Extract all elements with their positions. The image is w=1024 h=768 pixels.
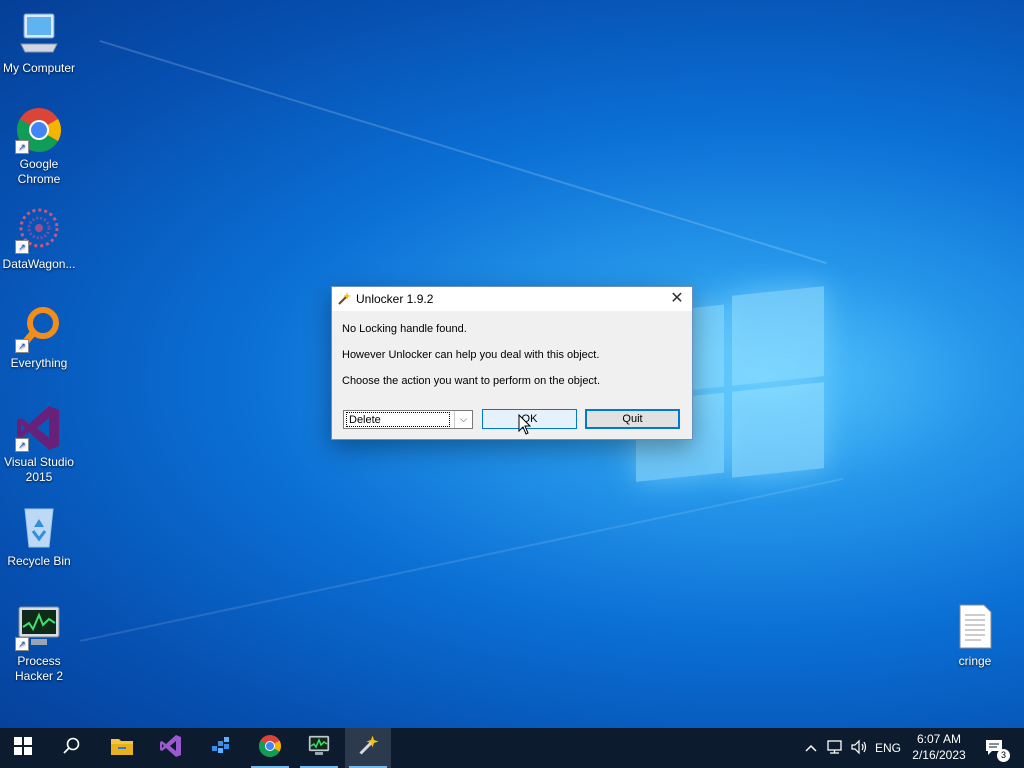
message-choose-action: Choose the action you want to perform on… (342, 375, 601, 387)
quit-button[interactable]: Quit (585, 409, 680, 429)
taskbar-visual-studio[interactable] (148, 728, 194, 768)
shortcut-arrow-icon: ↗ (15, 140, 29, 154)
shortcut-arrow-icon: ↗ (15, 637, 29, 651)
datawagon-icon (209, 734, 233, 763)
notification-count-badge: 3 (997, 749, 1010, 762)
light-beam (99, 40, 827, 265)
mouse-cursor-icon (518, 413, 532, 441)
desktop-icon-my-computer[interactable]: My Computer (0, 10, 78, 76)
dialog-titlebar[interactable]: Unlocker 1.9.2 ✕ (332, 287, 692, 311)
desktop[interactable]: My Computer ↗ Google Chrome ↗ DataWagon.… (0, 0, 1024, 728)
clock-time: 6:07 AM (916, 732, 962, 746)
magic-wand-icon (336, 291, 352, 307)
chrome-icon: ↗ (15, 106, 63, 154)
dialog-title: Unlocker 1.9.2 (356, 292, 434, 306)
message-no-handle: No Locking handle found. (342, 323, 467, 335)
datawagon-icon: ↗ (15, 206, 63, 254)
desktop-icon-label: Google Chrome (17, 157, 61, 186)
close-button[interactable]: ✕ (662, 287, 692, 311)
computer-icon (15, 10, 63, 58)
desktop-icon-label: DataWagon... (2, 257, 76, 271)
clock-date: 2/16/2023 (912, 748, 966, 762)
action-dropdown[interactable]: Delete ⌵ (343, 410, 473, 429)
message-help: However Unlocker can help you deal with … (342, 349, 600, 361)
taskbar-process-hacker[interactable] (296, 728, 342, 768)
action-center-button[interactable]: 3 (980, 728, 1010, 768)
notification-icon: 3 (984, 738, 1010, 762)
clock[interactable]: 6:07 AM 2/16/2023 (906, 731, 972, 763)
start-icon (14, 736, 32, 760)
speaker-icon (850, 739, 868, 758)
taskbar-file-explorer[interactable] (99, 728, 145, 768)
network-button[interactable] (824, 728, 846, 768)
desktop-icon-label: Visual Studio 2015 (4, 455, 74, 484)
chevron-down-icon[interactable]: ⌵ (454, 411, 472, 428)
desktop-icon-label: Everything (10, 356, 68, 370)
everything-search-icon: ↗ (15, 305, 63, 353)
chrome-icon (258, 734, 282, 763)
taskbar: ENG 6:07 AM 2/16/2023 3 (0, 728, 1024, 768)
process-hacker-icon: ↗ (15, 603, 63, 651)
process-hacker-icon (307, 734, 331, 763)
desktop-icon-visual-studio[interactable]: ↗ Visual Studio 2015 (0, 404, 78, 485)
shortcut-arrow-icon: ↗ (15, 240, 29, 254)
unlocker-dialog[interactable]: Unlocker 1.9.2 ✕ No Locking handle found… (331, 286, 693, 440)
taskbar-datawagon[interactable] (198, 728, 244, 768)
desktop-icon-cringe-file[interactable]: cringe (936, 603, 1014, 669)
start-button[interactable] (0, 728, 46, 768)
shortcut-arrow-icon: ↗ (15, 339, 29, 353)
desktop-icon-recycle-bin[interactable]: Recycle Bin (0, 503, 78, 569)
desktop-icon-process-hacker[interactable]: ↗ Process Hacker 2 (0, 603, 78, 684)
text-file-icon (951, 603, 999, 651)
action-dropdown-value: Delete (346, 412, 450, 427)
input-language-indicator[interactable]: ENG (872, 728, 904, 768)
chevron-up-icon (805, 741, 817, 755)
shortcut-arrow-icon: ↗ (15, 438, 29, 452)
visual-studio-icon (159, 734, 183, 763)
file-explorer-icon (110, 736, 134, 761)
recycle-bin-icon (15, 503, 63, 551)
taskbar-chrome[interactable] (247, 728, 293, 768)
taskbar-unlocker[interactable] (345, 728, 391, 768)
desktop-icon-label: cringe (958, 654, 992, 668)
light-beam (80, 477, 844, 642)
desktop-icon-everything[interactable]: ↗ Everything (0, 305, 78, 371)
desktop-icon-label: Recycle Bin (7, 554, 71, 568)
search-button[interactable] (49, 728, 95, 768)
show-hidden-icons-button[interactable] (800, 728, 822, 768)
desktop-icon-google-chrome[interactable]: ↗ Google Chrome (0, 106, 78, 187)
volume-button[interactable] (848, 728, 870, 768)
network-icon (826, 739, 844, 758)
unlocker-icon (356, 734, 380, 763)
desktop-icon-label: Process Hacker 2 (14, 654, 64, 683)
desktop-icon-label: My Computer (2, 61, 76, 75)
search-icon (63, 737, 81, 760)
desktop-icon-datawagon[interactable]: ↗ DataWagon... (0, 206, 78, 272)
visual-studio-icon: ↗ (15, 404, 63, 452)
